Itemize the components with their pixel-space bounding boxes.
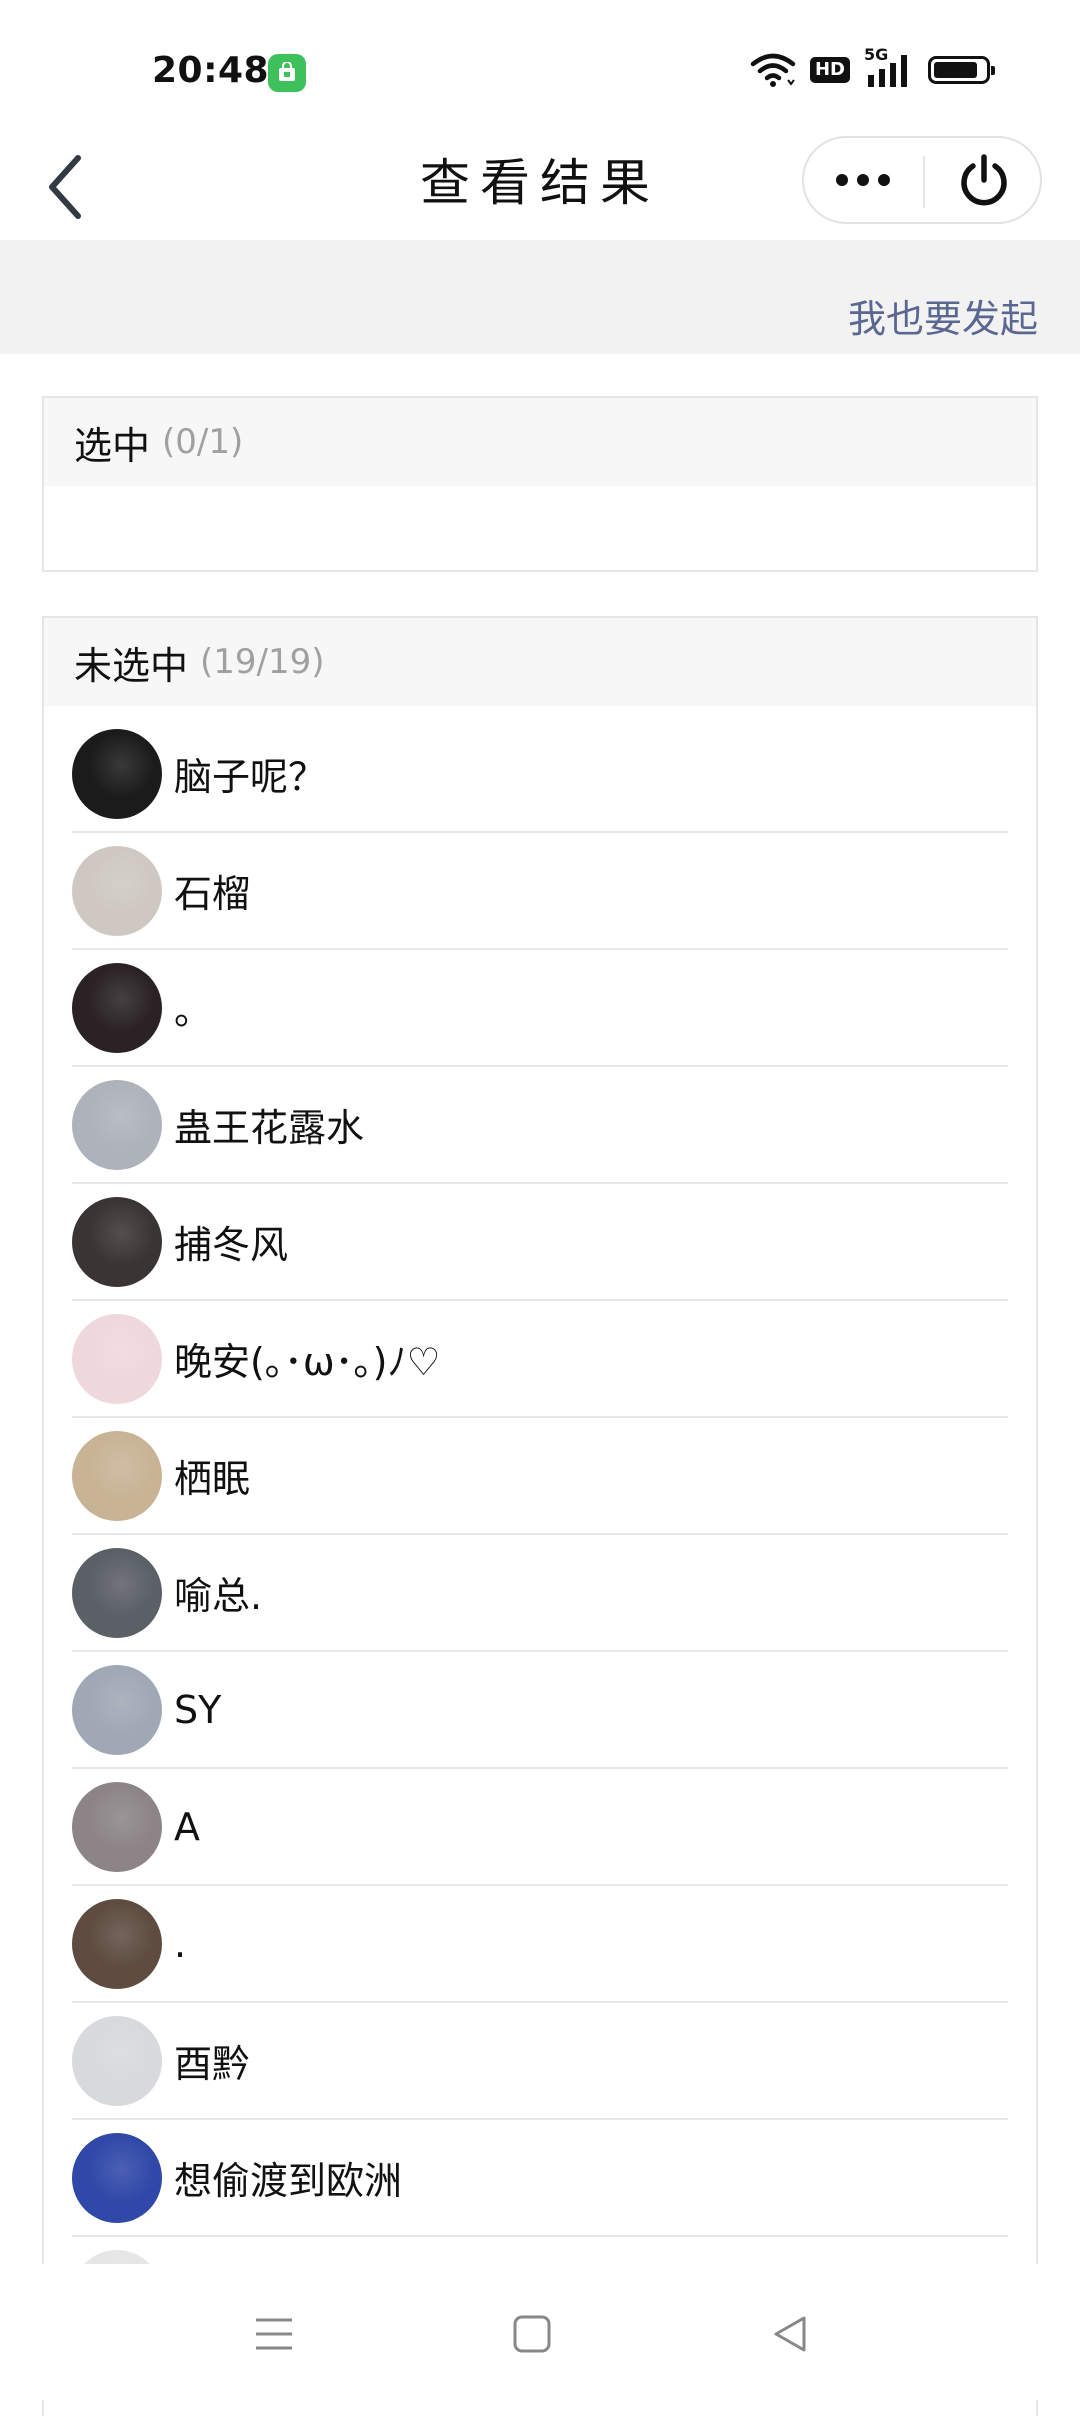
member-name: 蛊王花露水 [174,1106,365,1150]
member-row[interactable]: 想偷渡到欧洲 [72,2120,1008,2237]
capsule-divider [923,156,925,208]
system-nav-bar [0,2264,1080,2400]
unselected-section-count: (19/19) [200,642,325,682]
member-name: . [174,1921,187,1966]
status-time: 20:48 [152,50,270,91]
cellular-signal-icon: 5G [864,45,914,89]
member-row[interactable]: 喻总. [72,1535,1008,1652]
member-name: 喻总. [174,1574,263,1618]
wifi-icon [750,53,796,87]
unselected-section: 未选中 (19/19) 脑子呢？ 石榴。蛊王花露水捕冬风晚安(｡･ω･｡)ﾉ♡ 栖眠… [42,616,1038,2416]
back-nav-button[interactable] [760,2304,820,2364]
member-row[interactable]: 。 [72,950,1008,1067]
menu-icon [256,2318,292,2350]
battery-level [934,62,977,78]
home-button[interactable] [502,2304,562,2364]
member-name: 想偷渡到欧洲 [174,2159,403,2203]
menu-button[interactable] [244,2304,304,2364]
avatar [72,962,162,1053]
battery-icon [928,56,995,84]
member-name: SY [174,1687,222,1732]
avatar [72,728,162,819]
member-row[interactable]: A [72,1769,1008,1886]
member-name: A [174,1804,200,1849]
member-row[interactable]: 捕冬风 [72,1184,1008,1301]
avatar [72,1781,162,1872]
member-list: 脑子呢？ 石榴。蛊王花露水捕冬风晚安(｡･ω･｡)ﾉ♡ 栖眠喻总. SY A. 酉黔想偷渡… [44,716,1036,2354]
member-name: 酉黔 [174,2042,251,2086]
triangle-back-icon [774,2316,806,2352]
selected-section-count: (0/1) [162,422,244,462]
avatar [72,2132,162,2223]
avatar [72,1430,162,1521]
member-name: 栖眠 [174,1457,251,1501]
member-row[interactable]: SY [72,1652,1008,1769]
member-row[interactable]: 石榴 [72,833,1008,950]
member-row[interactable]: . [72,1886,1008,2003]
avatar [72,845,162,936]
member-name: 石榴 [174,872,251,916]
member-row[interactable]: 脑子呢？ [72,716,1008,833]
avatar [72,1079,162,1170]
selected-section-title: 选中 [74,423,151,468]
unselected-section-header: 未选中 (19/19) [44,618,1036,706]
action-strip: 我也要发起 [0,240,1080,354]
avatar [72,1898,162,1989]
status-bar: 20:48 HD 5G [0,0,1080,130]
avatar [72,1547,162,1638]
unselected-section-title: 未选中 [74,643,189,688]
mini-program-capsule [802,136,1042,224]
avatar [72,1196,162,1287]
more-button[interactable] [804,138,922,222]
close-mini-program-button[interactable] [926,138,1042,222]
member-name: 脑子呢？ [174,755,327,799]
hd-badge: HD [809,57,850,83]
start-new-poll-link[interactable]: 我也要发起 [848,288,1038,343]
member-name: 晚安(｡･ω･｡)ﾉ♡ [174,1340,441,1384]
avatar [72,1664,162,1755]
member-name: 。 [174,989,213,1033]
member-row[interactable]: 栖眠 [72,1418,1008,1535]
member-row[interactable]: 蛊王花露水 [72,1067,1008,1184]
app-notification-icon [268,54,306,92]
more-dots-icon [836,174,890,186]
member-row[interactable]: 酉黔 [72,2003,1008,2120]
member-row[interactable]: 晚安(｡･ω･｡)ﾉ♡ [72,1301,1008,1418]
home-square-icon [513,2315,551,2353]
avatar [72,2015,162,2106]
status-indicators: HD 5G [750,45,995,90]
power-icon [961,154,1007,206]
member-name: 捕冬风 [174,1223,289,1267]
selected-section: 选中 (0/1) [42,396,1038,572]
avatar [72,1313,162,1404]
selected-section-header: 选中 (0/1) [44,398,1036,486]
nav-bar: 查看结果 [0,130,1080,240]
